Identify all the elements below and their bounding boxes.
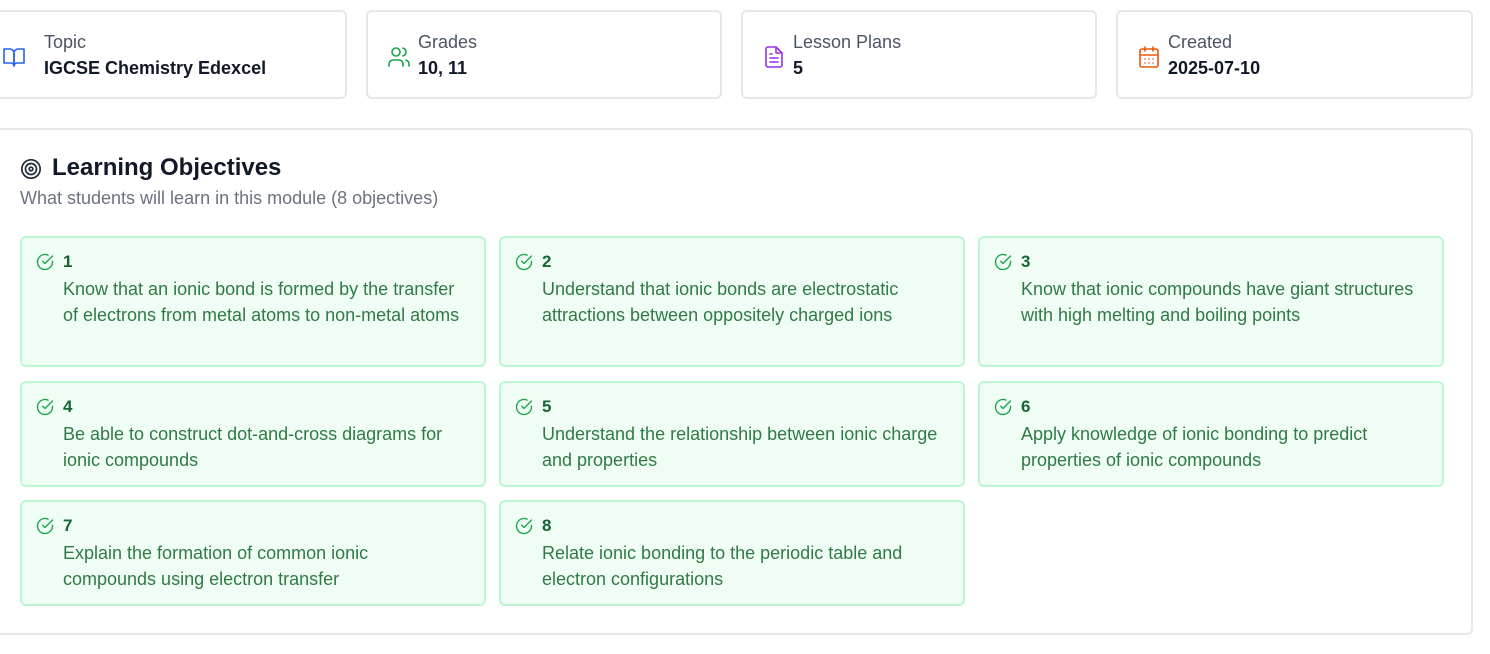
check-circle-icon [515,517,533,535]
objective-item: 1 Know that an ionic bond is formed by t… [20,236,486,367]
objective-number: 3 [1021,252,1031,271]
objective-text: Be able to construct dot-and-cross diagr… [63,424,443,470]
objective-text: Relate ionic bonding to the periodic tab… [542,543,903,589]
check-circle-icon [515,253,533,271]
check-circle-icon [994,398,1012,416]
stat-value: 2025-07-10 [1168,58,1261,78]
objective-number: 5 [542,397,552,416]
check-circle-icon [994,253,1012,271]
objective-text: Understand that ionic bonds are electros… [542,279,899,325]
objective-text: Explain the formation of common ionic co… [63,543,369,589]
objective-item: 3 Know that ionic compounds have giant s… [978,236,1444,367]
objective-item: 4 Be able to construct dot-and-cross dia… [20,381,486,487]
stat-card-created: Created 2025-07-10 [1116,10,1473,99]
stat-label: Grades [418,32,478,52]
stat-value: IGCSE Chemistry Edexcel [44,58,267,78]
objective-text: Know that ionic compounds have giant str… [1021,279,1414,325]
objective-number: 8 [542,516,552,535]
target-icon [20,158,42,180]
objective-item: 8 Relate ionic bonding to the periodic t… [499,500,965,606]
objective-number: 1 [63,252,73,271]
objective-number: 4 [63,397,73,416]
objective-item: 7 Explain the formation of common ionic … [20,500,486,606]
objective-item: 6 Apply knowledge of ionic bonding to pr… [978,381,1444,487]
check-circle-icon [36,398,54,416]
objective-number: 7 [63,516,73,535]
calendar-icon [1137,45,1161,69]
stat-value: 10, 11 [418,58,468,78]
objective-text: Understand the relationship between ioni… [542,424,938,470]
objective-item: 2 Understand that ionic bonds are electr… [499,236,965,367]
objective-number: 6 [1021,397,1031,416]
stat-label: Lesson Plans [793,32,902,52]
stat-label: Topic [44,32,87,52]
section-subtitle: What students will learn in this module … [20,188,439,208]
stat-card-lesson-plans: Lesson Plans 5 [741,10,1097,99]
objective-text: Know that an ionic bond is formed by the… [63,279,460,325]
file-text-icon [762,45,786,69]
check-circle-icon [515,398,533,416]
objective-item: 5 Understand the relationship between io… [499,381,965,487]
check-circle-icon [36,517,54,535]
check-circle-icon [36,253,54,271]
section-title: Learning Objectives [52,154,282,181]
stat-value: 5 [793,58,804,78]
objective-text: Apply knowledge of ionic bonding to pred… [1021,424,1368,470]
stat-label: Created [1168,32,1233,52]
objective-number: 2 [542,252,552,271]
stat-card-topic: Topic IGCSE Chemistry Edexcel [0,10,347,99]
stat-card-grades: Grades 10, 11 [366,10,722,99]
book-open-icon [2,45,26,69]
users-icon [387,45,411,69]
